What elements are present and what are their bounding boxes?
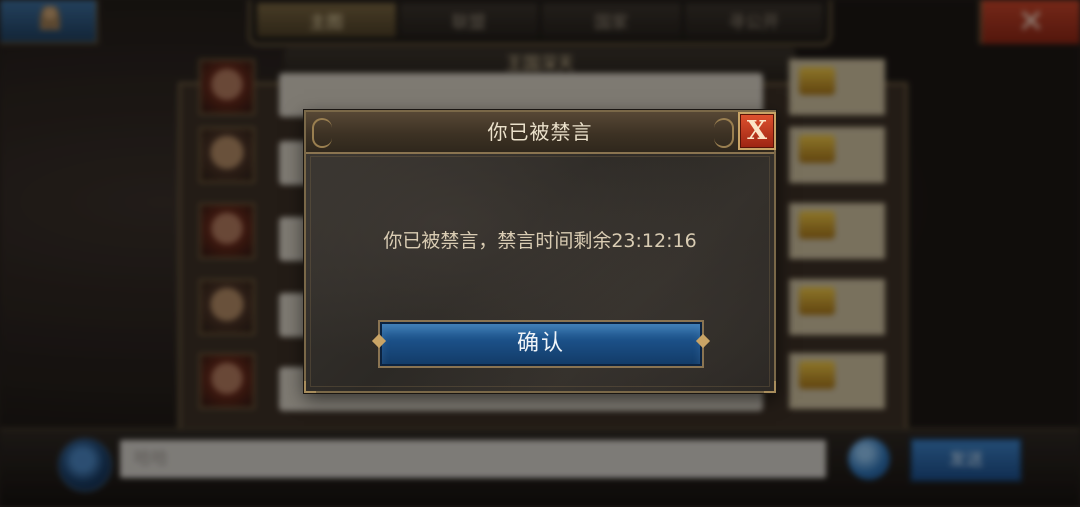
confirm-button[interactable]: 确认 (378, 320, 704, 368)
close-button[interactable]: X (738, 112, 776, 150)
mute-message: 你已被禁言，禁言时间剩余23:12:16 (383, 230, 697, 252)
frame-corner (304, 381, 316, 393)
dialog-header: 你已被禁言 (306, 112, 774, 154)
frame-corner (764, 381, 776, 393)
muted-dialog: 你已被禁言 X 你已被禁言，禁言时间剩余23:12:16 确认 (304, 110, 776, 393)
dialog-title: 你已被禁言 (487, 120, 593, 144)
